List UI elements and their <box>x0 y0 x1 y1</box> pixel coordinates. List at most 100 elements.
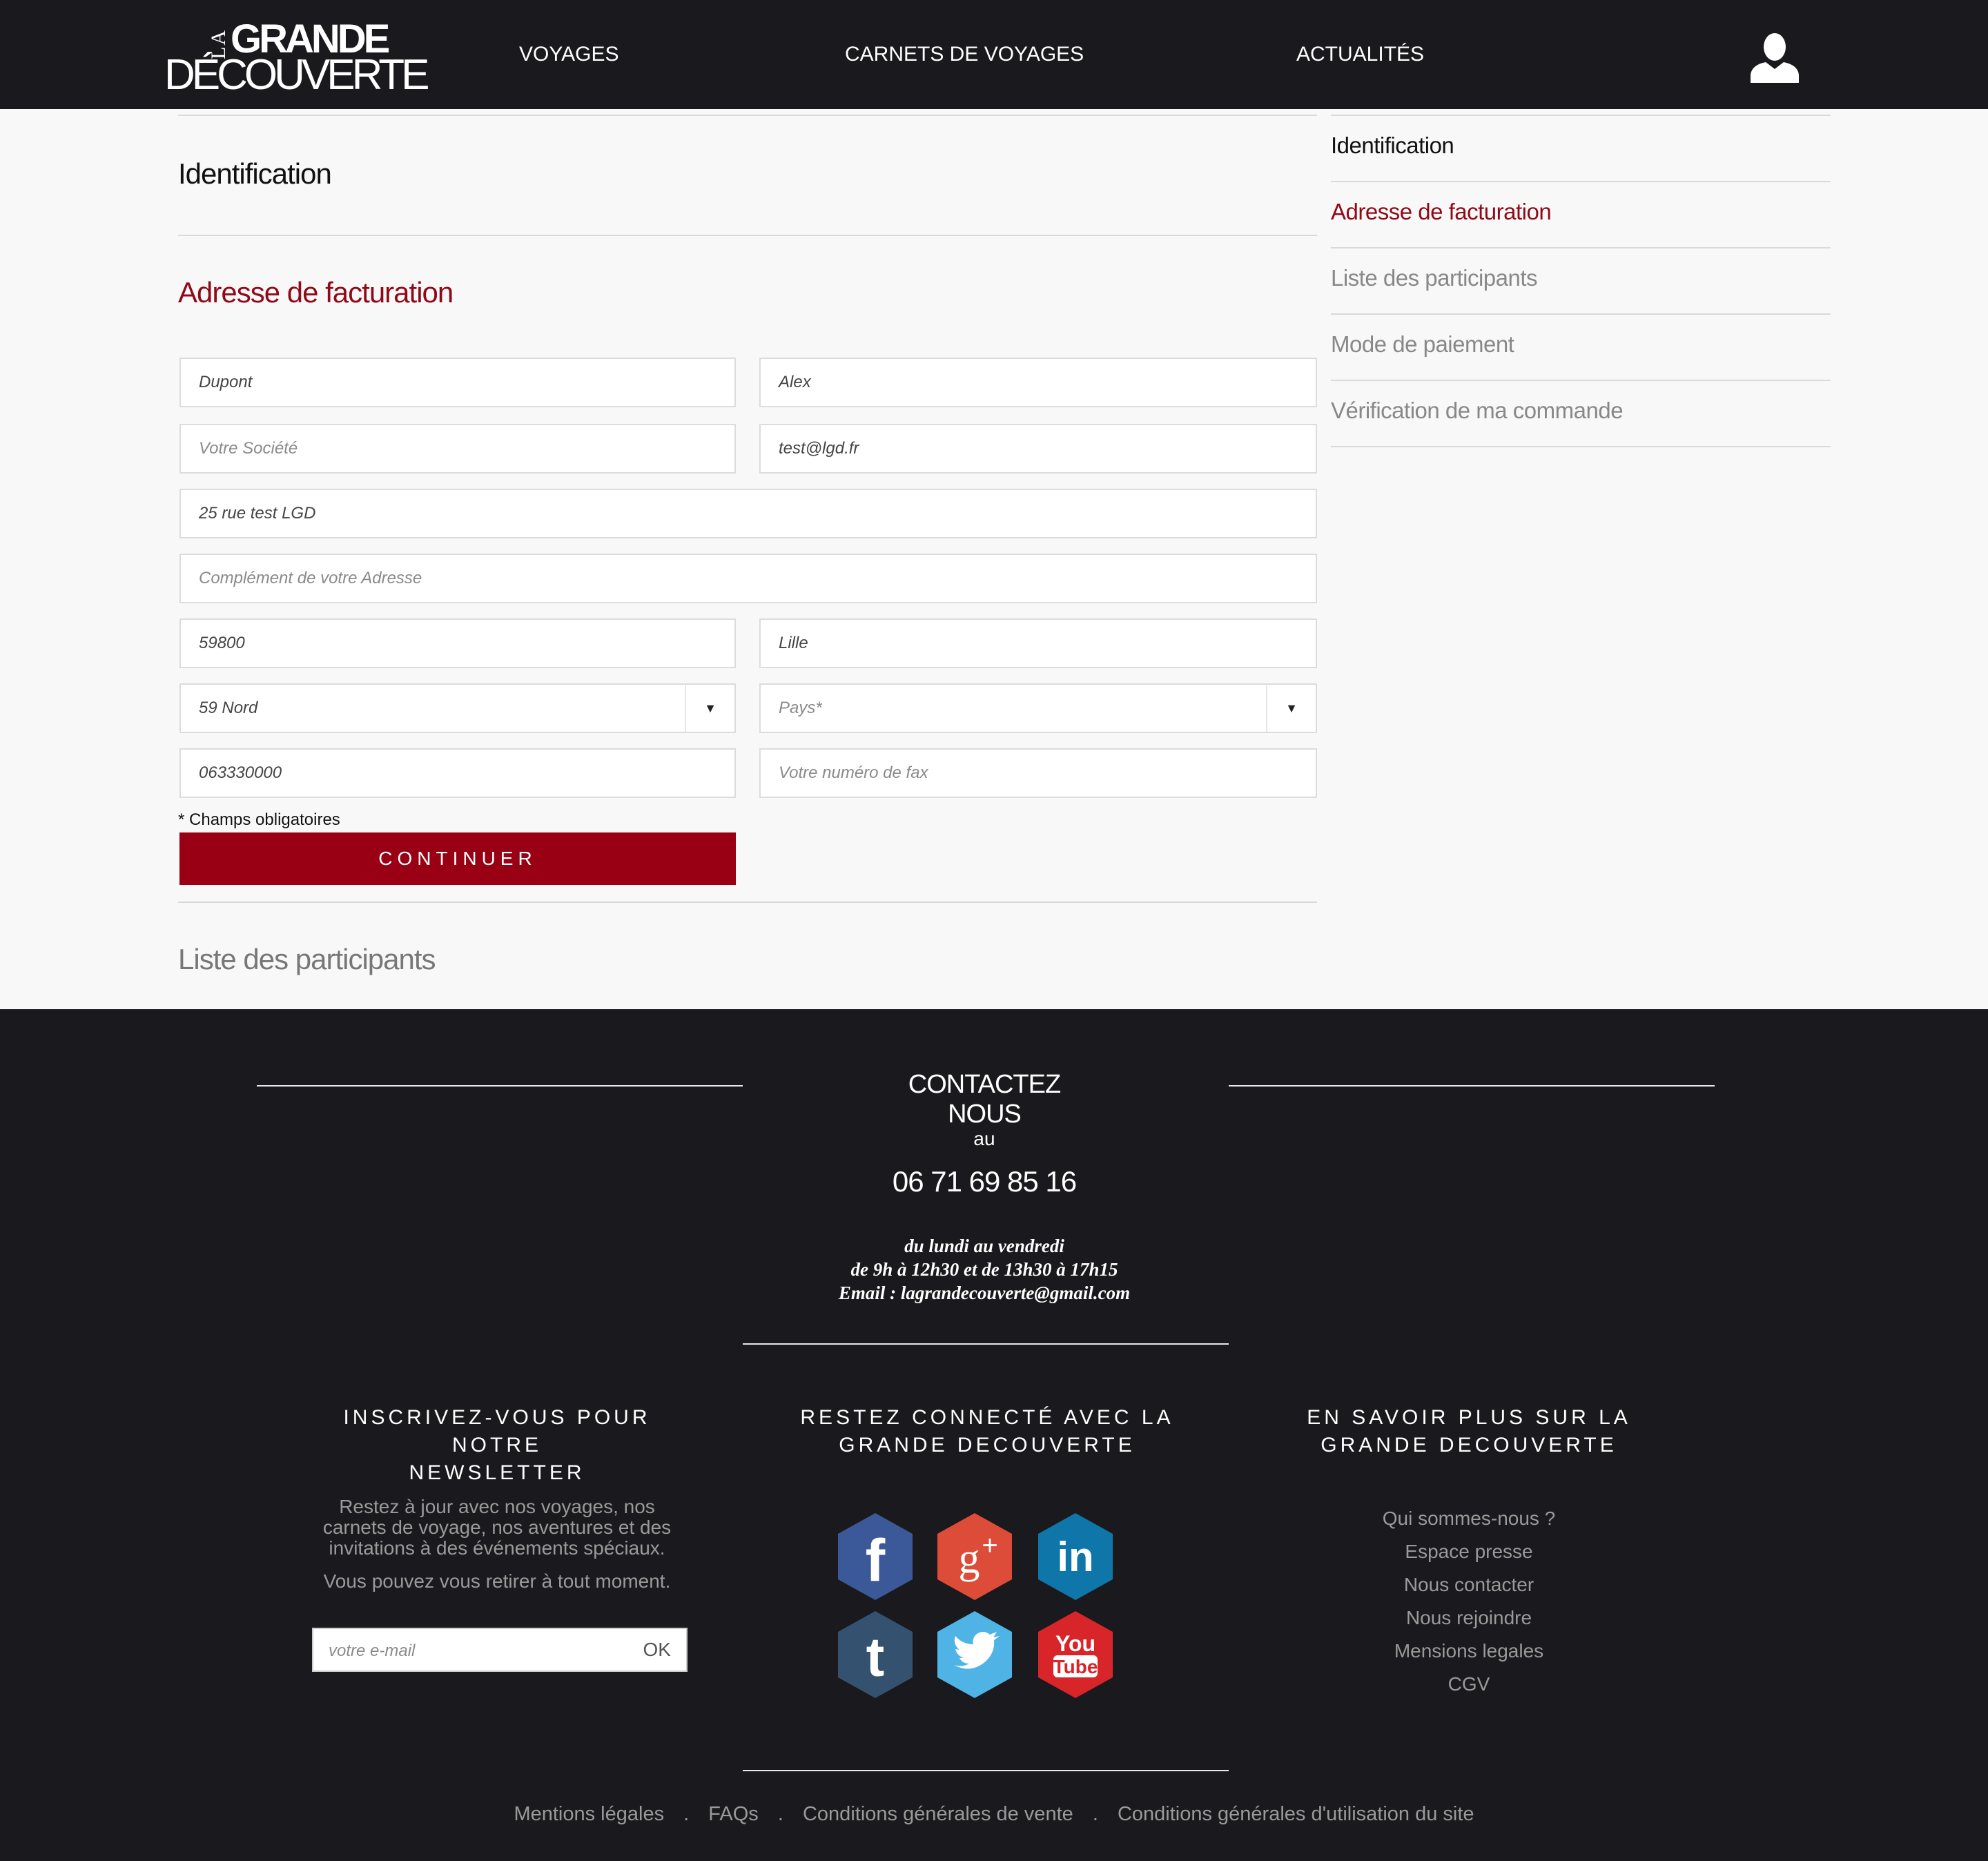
newsletter-email-placeholder: votre e-mail <box>329 1641 416 1660</box>
address-complement-placeholder: Complément de votre Adresse <box>199 569 422 587</box>
billing-divider <box>178 902 1317 903</box>
top-divider <box>178 115 1317 116</box>
tumblr-icon[interactable]: t <box>835 1610 915 1699</box>
contact-au: au <box>973 1128 995 1149</box>
footer-line-bottom <box>743 1770 1229 1771</box>
address-complement-field[interactable]: Complément de votre Adresse <box>179 554 1317 603</box>
contact-hours-times: de 9h à 12h30 et de 13h30 à 17h15 <box>850 1259 1118 1280</box>
link-espace-presse[interactable]: Espace presse <box>1331 1541 1607 1563</box>
youtube-logo-tube: Tube <box>1053 1656 1098 1677</box>
link-conditions-utilisation[interactable]: Conditions générales d'utilisation du si… <box>1118 1803 1474 1825</box>
more-info-title: EN SAVOIR PLUS SUR LA GRANDE DECOUVERTE <box>1277 1404 1661 1459</box>
svg-text:+: + <box>982 1530 997 1561</box>
footer-line-center <box>743 1343 1229 1345</box>
link-qui-sommes-nous[interactable]: Qui sommes-nous ? <box>1331 1508 1607 1530</box>
svg-text:f: f <box>866 1528 886 1594</box>
social-title-line2: GRANDE DECOUVERTE <box>839 1434 1136 1456</box>
svg-text:g: g <box>959 1535 980 1582</box>
newsletter-text-4: Vous pouvez vous retirer à tout moment. <box>323 1570 671 1592</box>
nav-carnets-de-voyages[interactable]: CARNETS DE VOYAGES <box>845 43 1084 66</box>
newsletter-text-1: Restez à jour avec nos voyages, nos <box>339 1496 655 1517</box>
last-name-field[interactable]: Dupont <box>179 358 736 407</box>
site-header: LA GRANDE DÉCOUVERTE VOYAGES CARNETS DE … <box>0 0 1988 109</box>
zip-field[interactable]: 59800 <box>179 618 736 668</box>
step-identification[interactable]: Identification <box>1331 133 1454 159</box>
site-footer: CONTACTEZ NOUS au 06 71 69 85 16 du lund… <box>0 1009 1988 1861</box>
department-select[interactable]: 59 Nord ▼ <box>179 683 736 733</box>
address-field[interactable]: 25 rue test LGD <box>179 489 1317 538</box>
continue-button[interactable]: CONTINUER <box>179 832 736 885</box>
user-icon[interactable] <box>1751 32 1799 83</box>
twitter-icon[interactable] <box>935 1610 1015 1699</box>
youtube-logo-you: You <box>1055 1631 1095 1656</box>
youtube-icon[interactable]: You Tube <box>1035 1610 1115 1699</box>
link-nous-rejoindre[interactable]: Nous rejoindre <box>1331 1607 1607 1629</box>
contact-title: CONTACTEZ NOUS <box>908 1070 1061 1129</box>
facebook-icon[interactable]: f <box>835 1512 915 1601</box>
company-placeholder: Votre Société <box>199 439 298 458</box>
link-nous-contacter[interactable]: Nous contacter <box>1331 1574 1607 1596</box>
step-participants: Liste des participants <box>1331 265 1538 291</box>
newsletter-title: INSCRIVEZ-VOUS POUR NOTRE NEWSLETTER <box>297 1404 697 1487</box>
phone-value: 063330000 <box>199 763 282 782</box>
newsletter-email-input[interactable]: votre e-mail OK <box>312 1628 688 1672</box>
social-title-line1: RESTEZ CONNECTÉ AVEC LA <box>800 1406 1174 1429</box>
step-billing-address[interactable]: Adresse de facturation <box>1331 199 1552 225</box>
fax-placeholder: Votre numéro de fax <box>779 763 928 782</box>
first-name-value: Alex <box>779 373 811 391</box>
linkedin-icon[interactable]: in <box>1035 1512 1115 1601</box>
billing-heading: Adresse de facturation <box>178 276 454 309</box>
caret-down-icon[interactable]: ▼ <box>685 685 734 732</box>
newsletter-ok-button[interactable]: OK <box>643 1639 671 1661</box>
steps-divider <box>1331 115 1831 116</box>
footer-line-left <box>257 1085 743 1087</box>
country-select[interactable]: Pays* ▼ <box>759 683 1317 733</box>
step-order-verification: Vérification de ma commande <box>1331 398 1624 423</box>
link-cgv[interactable]: CGV <box>1331 1673 1607 1695</box>
steps-divider <box>1331 247 1831 249</box>
newsletter-text-3: invitations à des événements spéciaux. <box>329 1537 665 1559</box>
bottom-links: Mentions légales . FAQs . Conditions gén… <box>0 1803 1988 1826</box>
email-field[interactable]: test@lgd.fr <box>759 424 1317 474</box>
contact-phone[interactable]: 06 71 69 85 16 <box>846 1165 1122 1198</box>
nav-voyages[interactable]: VOYAGES <box>519 43 619 66</box>
country-placeholder: Pays* <box>779 699 822 717</box>
city-field[interactable]: Lille <box>759 618 1317 668</box>
steps-divider <box>1331 446 1831 447</box>
social-title: RESTEZ CONNECTÉ AVEC LA GRANDE DECOUVERT… <box>794 1404 1180 1459</box>
contact-email[interactable]: Email : lagrandecouverte@gmail.com <box>759 1283 1209 1304</box>
step-payment-mode: Mode de paiement <box>1331 331 1514 357</box>
footer-line-right <box>1229 1085 1715 1087</box>
newsletter-text-2: carnets de voyage, nos aventures et des <box>322 1517 672 1538</box>
site-logo[interactable]: LA GRANDE DÉCOUVERTE <box>164 19 429 97</box>
caret-down-icon[interactable]: ▼ <box>1266 685 1316 732</box>
steps-divider <box>1331 181 1831 182</box>
fax-field[interactable]: Votre numéro de fax <box>759 748 1317 798</box>
company-field[interactable]: Votre Société <box>179 424 736 474</box>
link-separator: . <box>683 1803 690 1825</box>
more-info-title-line1: EN SAVOIR PLUS SUR LA <box>1307 1406 1631 1429</box>
link-conditions-vente[interactable]: Conditions générales de vente <box>803 1803 1073 1825</box>
participants-heading[interactable]: Liste des participants <box>178 943 436 976</box>
last-name-value: Dupont <box>199 373 253 391</box>
newsletter-title-line1: INSCRIVEZ-VOUS POUR NOTRE <box>343 1406 651 1456</box>
more-info-title-line2: GRANDE DECOUVERTE <box>1321 1434 1617 1456</box>
google-plus-icon[interactable]: g + <box>935 1512 1015 1601</box>
link-mentions-legales[interactable]: Mentions légales <box>514 1803 664 1825</box>
identification-heading[interactable]: Identification <box>178 157 332 191</box>
identification-divider <box>178 235 1317 236</box>
first-name-field[interactable]: Alex <box>759 358 1317 407</box>
svg-text:t: t <box>866 1626 885 1688</box>
link-mensions-legales[interactable]: Mensions legales <box>1331 1640 1607 1662</box>
contact-hours-days: du lundi au vendredi <box>904 1236 1064 1256</box>
newsletter-title-line2: NEWSLETTER <box>409 1461 585 1484</box>
phone-field[interactable]: 063330000 <box>179 748 736 798</box>
link-faqs[interactable]: FAQs <box>708 1803 759 1825</box>
department-value: 59 Nord <box>199 699 258 717</box>
email-value: test@lgd.fr <box>779 439 859 458</box>
link-separator: . <box>1092 1803 1098 1825</box>
nav-actualites[interactable]: ACTUALITÉS <box>1296 43 1424 66</box>
logo-decouverte: DÉCOUVERTE <box>164 51 429 99</box>
address-value: 25 rue test LGD <box>199 504 316 523</box>
svg-text:in: in <box>1057 1534 1093 1580</box>
